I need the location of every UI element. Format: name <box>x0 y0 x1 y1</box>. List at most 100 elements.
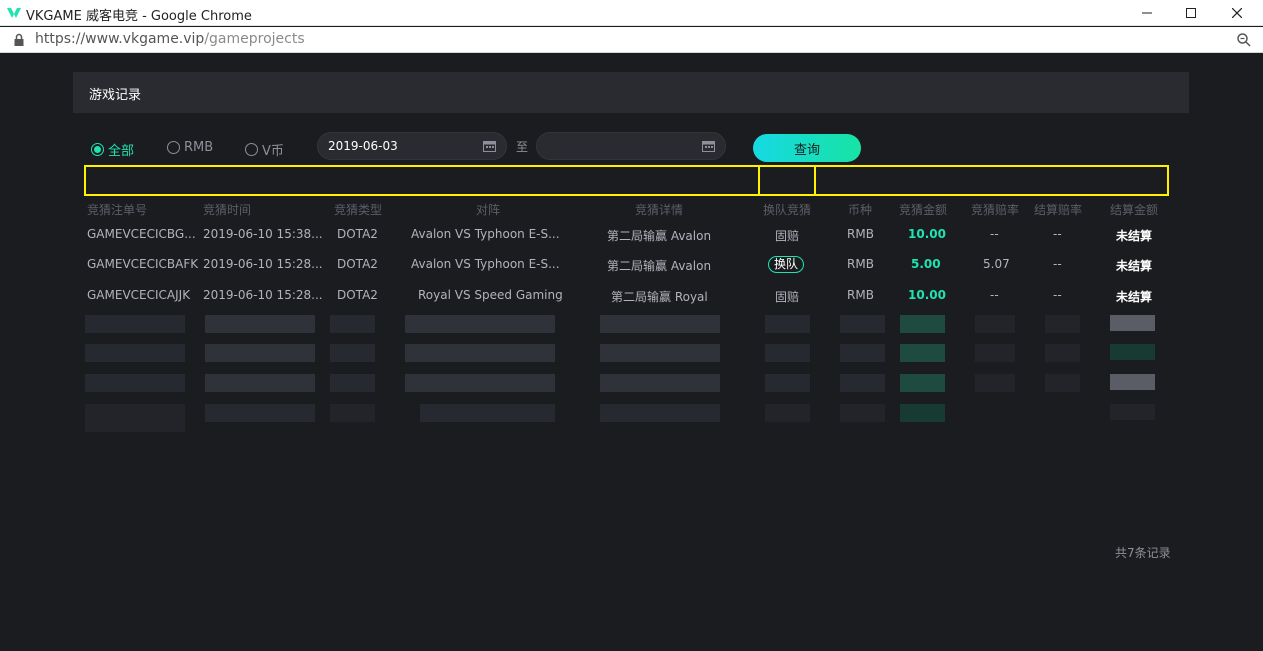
column-header: 结算金额 <box>1110 203 1159 217</box>
page-content: 游戏记录 全部 RMB V币 2019-06-03 至 查询 竞猜注单号 竞猜时… <box>0 54 1263 651</box>
redacted-block <box>975 344 1015 362</box>
column-header: 竞猜类型 <box>334 203 383 217</box>
column-header: 竞猜赔率 <box>971 203 1020 217</box>
window-title: VKGAME 威客电竞 - Google Chrome <box>26 9 252 24</box>
radio-label: RMB <box>184 140 214 155</box>
close-icon <box>1232 8 1242 18</box>
redacted-block <box>205 404 315 422</box>
cell-currency: RMB <box>847 288 874 302</box>
table-header: 竞猜注单号 竞猜时间 竞猜类型 对阵 竞猜详情 换队竞猜 币种 竞猜金额 竞猜赔… <box>73 200 1189 220</box>
radio-vcoin[interactable]: V币 <box>245 140 284 159</box>
url-text[interactable]: https://www.vkgame.vip/gameprojects <box>35 31 305 47</box>
cell-id: GAMEVCECICBAFK <box>87 257 199 271</box>
column-header: 结算赔率 <box>1034 203 1083 217</box>
redacted-block <box>900 344 945 362</box>
redacted-block <box>205 344 315 362</box>
cell-detail: 第二局输赢 Avalon <box>607 259 712 273</box>
cell-odds: -- <box>990 288 999 302</box>
redacted-block <box>840 344 885 362</box>
start-date-value: 2019-06-03 <box>328 139 398 153</box>
maximize-icon <box>1186 8 1196 18</box>
redacted-block <box>85 374 185 392</box>
cell-settle-amount: 未结算 <box>1116 229 1153 243</box>
section-header: 游戏记录 <box>73 72 1189 113</box>
browser-titlebar: VKGAME 威客电竞 - Google Chrome <box>0 0 1263 26</box>
redacted-block <box>600 315 720 333</box>
cell-amount: 10.00 <box>908 227 946 241</box>
column-header: 币种 <box>848 203 873 217</box>
redacted-block <box>765 344 810 362</box>
redacted-block <box>405 344 555 362</box>
radio-rmb[interactable]: RMB <box>167 140 213 155</box>
calendar-icon[interactable] <box>483 140 496 152</box>
url-path: /gameprojects <box>204 31 305 47</box>
redacted-block <box>85 404 185 432</box>
column-header: 对阵 <box>476 203 501 217</box>
redacted-block <box>405 374 555 392</box>
redacted-block <box>600 344 720 362</box>
redacted-block <box>600 404 720 422</box>
redacted-block <box>85 315 185 333</box>
redacted-block <box>600 374 720 392</box>
cell-time: 2019-06-10 15:28... <box>203 288 323 302</box>
radio-all[interactable]: 全部 <box>91 140 134 159</box>
redacted-block <box>330 404 375 422</box>
cell-match: Avalon VS Typhoon E-S... <box>411 227 560 241</box>
close-button[interactable] <box>1214 0 1260 26</box>
switch-team-tag[interactable]: 换队 <box>768 256 805 273</box>
redacted-block <box>900 374 945 392</box>
cell-match: Royal VS Speed Gaming <box>418 288 563 302</box>
redacted-block <box>900 315 945 333</box>
vkgame-logo-icon <box>7 8 21 18</box>
start-date-input[interactable]: 2019-06-03 <box>317 132 507 160</box>
redacted-block <box>765 404 810 422</box>
cell-switch: 固赔 <box>775 290 800 304</box>
cell-odds: -- <box>990 227 999 241</box>
cell-match: Avalon VS Typhoon E-S... <box>411 257 560 271</box>
cell-settle-odds: -- <box>1053 257 1062 271</box>
cell-detail: 第二局输赢 Avalon <box>607 229 712 243</box>
minimize-icon <box>1142 12 1152 14</box>
redacted-block <box>840 404 885 422</box>
redacted-block <box>1045 344 1080 362</box>
cell-id: GAMEVCECICBG... <box>87 227 196 241</box>
radio-dot <box>167 141 180 154</box>
cell-switch: 固赔 <box>775 229 800 243</box>
cell-amount: 5.00 <box>911 257 941 271</box>
redacted-block <box>1045 315 1080 333</box>
redacted-block <box>1110 344 1155 360</box>
maximize-button[interactable] <box>1168 0 1214 26</box>
redacted-block <box>405 315 555 333</box>
cell-settle-odds: -- <box>1053 288 1062 302</box>
redacted-block <box>840 315 885 333</box>
column-header: 竞猜时间 <box>203 203 252 217</box>
minimize-button[interactable] <box>1124 0 1170 26</box>
redacted-block <box>330 344 375 362</box>
section-title: 游戏记录 <box>89 88 142 103</box>
address-bar[interactable]: https://www.vkgame.vip/gameprojects <box>0 27 1263 53</box>
cell-detail: 第二局输赢 Royal <box>611 290 708 304</box>
calendar-icon[interactable] <box>702 140 715 152</box>
redacted-block <box>1045 374 1080 392</box>
cell-time: 2019-06-10 15:28... <box>203 257 323 271</box>
cell-type: DOTA2 <box>337 257 378 271</box>
query-button[interactable]: 查询 <box>753 134 861 162</box>
table-row[interactable]: GAMEVCECICBAFK 2019-06-10 15:28... DOTA2… <box>73 250 1189 280</box>
end-date-input[interactable] <box>536 132 726 160</box>
cell-time: 2019-06-10 15:38... <box>203 227 323 241</box>
redacted-block <box>1110 315 1155 331</box>
table-row[interactable]: GAMEVCECICBG... 2019-06-10 15:38... DOTA… <box>73 220 1189 250</box>
to-label: 至 <box>516 140 529 154</box>
radio-label: 全部 <box>108 144 135 159</box>
url-host: https://www.vkgame.vip <box>35 31 205 47</box>
radio-dot <box>91 143 104 156</box>
redacted-block <box>330 315 375 333</box>
zoom-icon[interactable] <box>1236 32 1252 48</box>
cell-odds: 5.07 <box>983 257 1010 271</box>
cell-amount: 10.00 <box>908 288 946 302</box>
table-row[interactable]: GAMEVCECICAJJK 2019-06-10 15:28... DOTA2… <box>73 281 1189 311</box>
cell-type: DOTA2 <box>337 288 378 302</box>
redacted-block <box>330 374 375 392</box>
cell-id: GAMEVCECICAJJK <box>87 288 191 302</box>
column-header: 竞猜注单号 <box>87 203 148 217</box>
